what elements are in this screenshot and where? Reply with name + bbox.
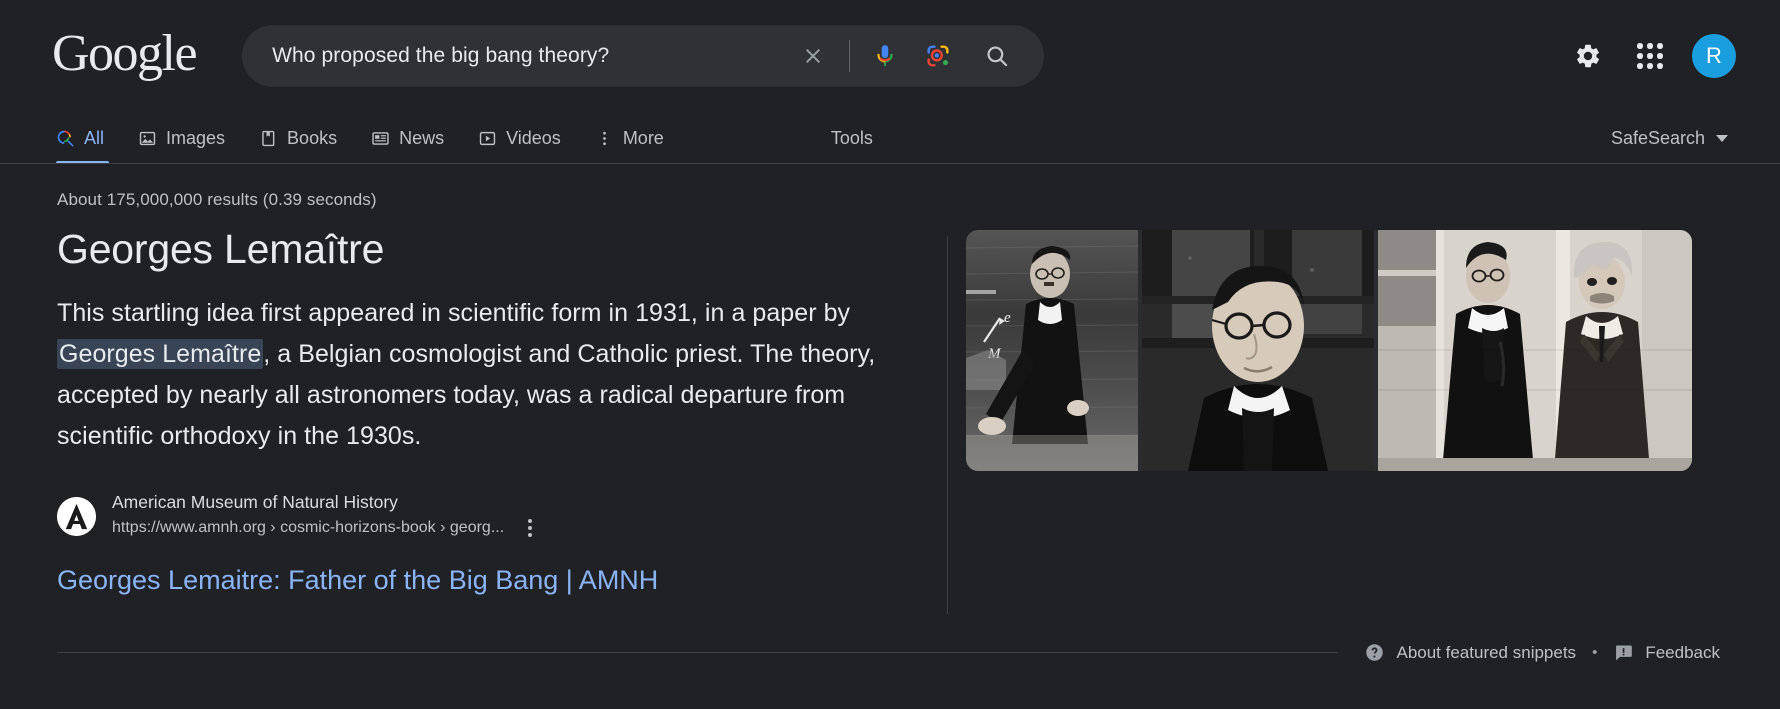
- thumbnail-2-image: [1142, 230, 1374, 471]
- image-strip: e M: [966, 230, 1692, 471]
- footer-links: About featured snippets • Feedback: [1364, 642, 1720, 663]
- tab-videos[interactable]: Videos: [461, 112, 578, 164]
- snippet-footer: About featured snippets • Feedback: [57, 642, 1720, 663]
- tab-label: Images: [166, 128, 226, 148]
- footer-separator: •: [1592, 644, 1598, 661]
- feedback-link[interactable]: Feedback: [1613, 642, 1720, 663]
- tools-button[interactable]: Tools: [819, 112, 885, 164]
- search-nav-tabs: All Images Books News Videos More Tools …: [0, 112, 1780, 164]
- colored-search-icon: [56, 129, 75, 148]
- tab-news[interactable]: News: [354, 112, 461, 164]
- thumbnail-lemaitre-blackboard[interactable]: e M: [966, 230, 1138, 471]
- google-apps-button[interactable]: [1626, 32, 1674, 80]
- snippet-source: American Museum of Natural History https…: [57, 491, 888, 541]
- help-circle-icon: [1366, 644, 1384, 661]
- about-featured-snippets-label: About featured snippets: [1396, 642, 1577, 662]
- result-link-title[interactable]: Georges Lemaitre: Father of the Big Bang…: [57, 563, 888, 597]
- avatar[interactable]: R: [1692, 34, 1736, 78]
- search-divider: [849, 40, 851, 72]
- main-content: Georges Lemaître This startling idea fir…: [0, 210, 1780, 615]
- tab-label: Books: [287, 128, 338, 148]
- clear-search-button[interactable]: [791, 34, 835, 78]
- tab-all[interactable]: All: [56, 112, 121, 164]
- source-text: American Museum of Natural History https…: [112, 491, 538, 541]
- google-search-results-page: Google Who proposed the big bang theory?…: [0, 0, 1780, 709]
- google-lens-icon: [927, 45, 949, 67]
- featured-snippet: Georges Lemaître This startling idea fir…: [57, 224, 948, 615]
- tab-images[interactable]: Images: [121, 112, 242, 164]
- snippet-body: This startling idea first appeared in sc…: [57, 293, 888, 457]
- snippet-text-part-1: This startling idea first appeared in sc…: [57, 299, 851, 328]
- thumbnail-lemaitre-einstein[interactable]: [1378, 230, 1692, 471]
- feedback-icon: [1616, 645, 1633, 661]
- source-url-row: https://www.amnh.org › cosmic-horizons-b…: [112, 515, 538, 541]
- result-stats: About 175,000,000 results (0.39 seconds): [57, 190, 377, 209]
- page-header: Google Who proposed the big bang theory?…: [0, 0, 1780, 112]
- amnh-logo-icon: [57, 496, 96, 536]
- safesearch-label: SafeSearch: [1610, 127, 1705, 148]
- tab-label: All: [84, 128, 105, 148]
- snippet-title: Georges Lemaître: [57, 226, 385, 272]
- news-icon: [371, 129, 390, 148]
- chevron-down-icon: [1716, 134, 1728, 142]
- submit-search-button[interactable]: [974, 34, 1020, 78]
- search-bar[interactable]: [242, 25, 1045, 87]
- tab-books[interactable]: Books: [242, 112, 354, 164]
- google-logo[interactable]: Google: [52, 28, 198, 80]
- kebab-menu-icon[interactable]: [522, 515, 538, 541]
- thumbnail-lemaitre-portrait[interactable]: [1142, 230, 1374, 471]
- header-actions: R: [1564, 32, 1736, 80]
- thumbnail-1-image: e M: [966, 230, 1138, 471]
- tab-label: More: [622, 128, 664, 148]
- about-featured-snippets-link[interactable]: About featured snippets: [1364, 642, 1576, 663]
- tab-more[interactable]: More: [578, 112, 681, 164]
- google-lens-button[interactable]: [914, 34, 962, 78]
- snippet-image-strip: e M: [948, 224, 1692, 597]
- voice-search-button[interactable]: [864, 34, 906, 78]
- video-play-icon: [478, 129, 497, 148]
- settings-button[interactable]: [1564, 32, 1612, 80]
- search-bar-actions: [791, 34, 1020, 78]
- footer-divider: [57, 652, 1339, 653]
- source-url: https://www.amnh.org › cosmic-horizons-b…: [112, 519, 505, 537]
- source-site-name: American Museum of Natural History: [112, 492, 398, 513]
- google-apps-grid-icon: [1637, 43, 1663, 69]
- image-icon: [138, 129, 157, 148]
- snippet-highlight: Georges Lemaître: [57, 339, 264, 370]
- settings-gear-icon: [1577, 44, 1599, 68]
- thumbnail-3-image: [1378, 230, 1692, 471]
- search-icon: [987, 46, 1008, 67]
- feedback-label: Feedback: [1645, 642, 1720, 662]
- svg-text:e: e: [1004, 310, 1011, 326]
- close-icon: [806, 49, 821, 63]
- search-input[interactable]: [272, 42, 792, 70]
- more-vertical-icon: [595, 129, 614, 148]
- amnh-logo-svg: [57, 496, 96, 536]
- microphone-icon: [877, 45, 893, 67]
- safesearch-dropdown[interactable]: SafeSearch: [1611, 112, 1736, 164]
- book-icon: [259, 129, 278, 148]
- tab-label: News: [399, 128, 445, 148]
- tab-label: Videos: [506, 128, 561, 148]
